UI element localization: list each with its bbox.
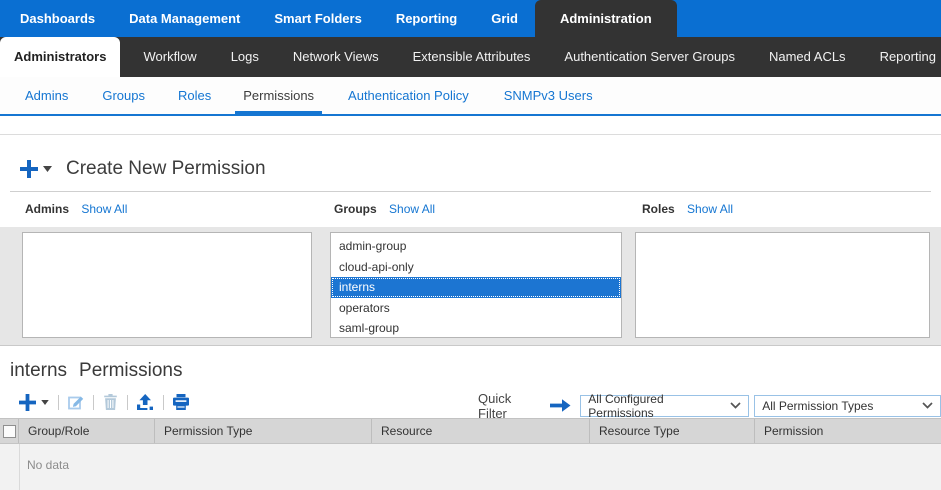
roles-show-all-link[interactable]: Show All [687, 202, 733, 216]
selected-group-name: interns [10, 360, 67, 381]
column-permission-type[interactable]: Permission Type [155, 419, 372, 443]
groups-listbox[interactable]: admin-group cloud-api-only interns opera… [330, 232, 622, 338]
admins-show-all-link[interactable]: Show All [81, 202, 127, 216]
list-item-interns-selected[interactable]: interns [331, 277, 621, 298]
permissions-toolbar [19, 391, 189, 413]
top-nav-bar: Dashboards Data Management Smart Folders… [0, 0, 941, 37]
subtab-roles[interactable]: Roles [178, 77, 211, 114]
roles-label-row: Roles Show All [642, 202, 733, 216]
nav-reporting[interactable]: Reporting [379, 0, 474, 37]
tab-named-acls[interactable]: Named ACLs [752, 37, 863, 77]
plus-icon [20, 160, 38, 178]
permissions-table-header: Group/Role Permission Type Resource Reso… [0, 418, 941, 444]
column-resource-type[interactable]: Resource Type [590, 419, 755, 443]
select-all-cell [0, 419, 19, 443]
list-item-saml-group[interactable]: saml-group [331, 318, 621, 338]
tab-reporting[interactable]: Reporting [863, 37, 941, 77]
create-permission-row: Create New Permission [20, 152, 266, 186]
subtab-permissions-active[interactable]: Permissions [235, 77, 322, 114]
configured-permissions-value: All Configured Permissions [588, 392, 730, 420]
admins-listbox[interactable] [22, 232, 312, 338]
create-permission-label: Create New Permission [66, 158, 266, 180]
groups-label-row: Groups Show All [334, 202, 435, 216]
configured-permissions-select[interactable]: All Configured Permissions [580, 395, 749, 417]
groups-show-all-link[interactable]: Show All [389, 202, 435, 216]
column-divider [19, 444, 20, 490]
add-button[interactable] [19, 394, 49, 411]
list-item-cloud-api-only[interactable]: cloud-api-only [331, 257, 621, 278]
nav-grid[interactable]: Grid [474, 0, 535, 37]
list-item-admin-group[interactable]: admin-group [331, 236, 621, 257]
permission-types-select[interactable]: All Permission Types [754, 395, 941, 417]
roles-listbox[interactable] [635, 232, 930, 338]
admins-label-row: Admins Show All [25, 202, 127, 216]
chevron-down-icon [730, 402, 741, 409]
caret-down-icon[interactable] [41, 400, 49, 405]
list-item-operators[interactable]: operators [331, 298, 621, 319]
admin-tab-bar: Administrators Workflow Logs Network Vie… [0, 37, 941, 77]
sub-tab-bar: Admins Groups Roles Permissions Authenti… [0, 77, 941, 116]
upload-button[interactable] [137, 394, 154, 410]
permissions-panel-title: interns Permissions [10, 360, 195, 382]
nav-dashboards[interactable]: Dashboards [3, 0, 112, 37]
subtab-authentication-policy[interactable]: Authentication Policy [348, 77, 469, 114]
subtab-admins[interactable]: Admins [25, 77, 68, 114]
toolbar-separator [127, 395, 128, 410]
nav-administration-active[interactable]: Administration [535, 0, 677, 37]
add-permission-button[interactable] [20, 160, 52, 178]
tab-logs[interactable]: Logs [214, 37, 276, 77]
permissions-table-body: No data [0, 444, 941, 490]
toolbar-separator [93, 395, 94, 410]
print-button[interactable] [173, 394, 189, 410]
chevron-down-icon [922, 402, 933, 409]
permission-types-value: All Permission Types [762, 399, 873, 413]
tab-administrators-active[interactable]: Administrators [0, 37, 120, 77]
tab-workflow[interactable]: Workflow [126, 37, 213, 77]
toolbar-separator [163, 395, 164, 410]
admins-label: Admins [25, 202, 69, 216]
no-data-message: No data [27, 458, 69, 472]
nav-data-management[interactable]: Data Management [112, 0, 257, 37]
tab-extensible-attributes[interactable]: Extensible Attributes [396, 37, 548, 77]
subtab-groups[interactable]: Groups [102, 77, 145, 114]
select-all-checkbox[interactable] [3, 425, 16, 438]
tab-auth-server-groups[interactable]: Authentication Server Groups [547, 37, 752, 77]
edit-button[interactable] [68, 394, 84, 410]
column-permission[interactable]: Permission [755, 419, 941, 443]
section-divider [0, 134, 941, 135]
plus-icon [19, 394, 36, 411]
divider [10, 191, 931, 192]
permissions-title-suffix: Permissions [79, 360, 182, 381]
toolbar-separator [58, 395, 59, 410]
subtab-snmpv3-users[interactable]: SNMPv3 Users [504, 77, 593, 114]
quick-filter-row: Quick Filter All Configured Permissions … [478, 394, 941, 417]
arrow-right-icon [550, 398, 571, 413]
groups-label: Groups [334, 202, 377, 216]
nav-smart-folders[interactable]: Smart Folders [257, 0, 378, 37]
roles-label: Roles [642, 202, 675, 216]
tab-network-views[interactable]: Network Views [276, 37, 396, 77]
column-resource[interactable]: Resource [372, 419, 590, 443]
quick-filter-label: Quick Filter [478, 391, 543, 421]
delete-button[interactable] [103, 394, 118, 410]
column-group-role[interactable]: Group/Role [19, 419, 155, 443]
caret-down-icon[interactable] [43, 166, 52, 172]
